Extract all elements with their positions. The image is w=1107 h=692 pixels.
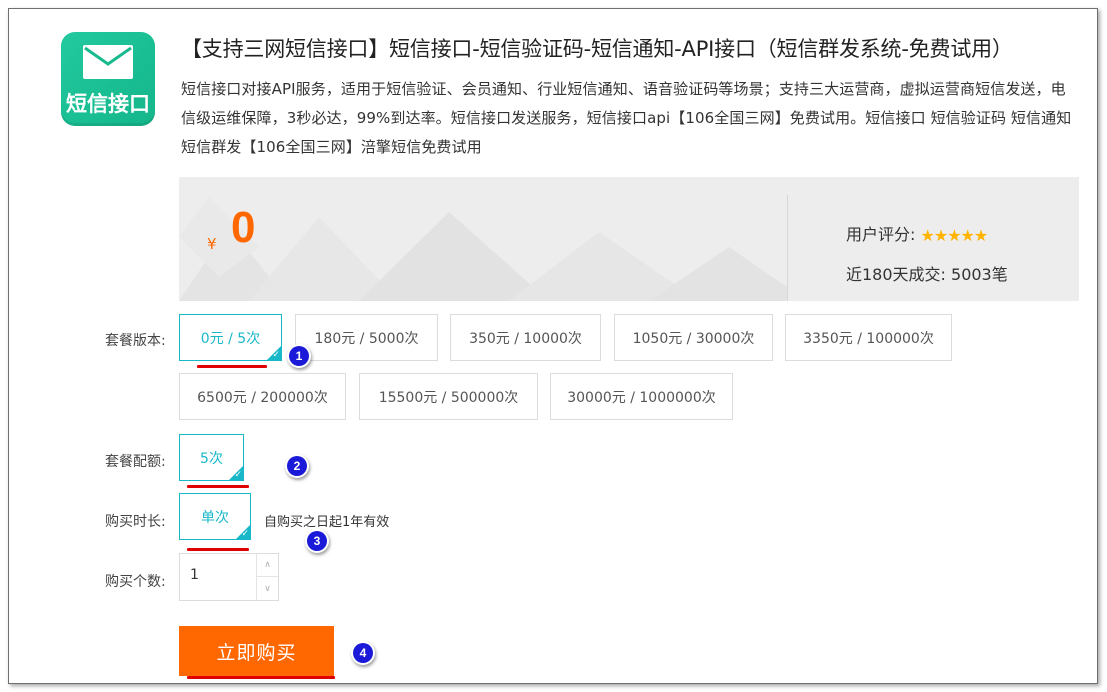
package-quota-label: 套餐配额: xyxy=(105,454,166,470)
version-option-6[interactable]: 15500元 / 500000次 xyxy=(359,373,538,420)
version-option-0[interactable]: 0元 / 5次 ✓ xyxy=(179,314,282,361)
highlight-underline xyxy=(197,365,267,368)
check-icon: ✓ xyxy=(241,529,249,539)
option-label: 6500元 / 200000次 xyxy=(197,389,328,406)
user-rating: 用户评分: ★★★★★ xyxy=(846,221,989,245)
highlight-underline xyxy=(187,485,249,488)
duration-option-0[interactable]: 单次 ✓ xyxy=(179,493,251,540)
product-description: 短信接口对接API服务，适用于短信验证、会员通知、行业短信通知、语音验证码等场景… xyxy=(181,80,1072,156)
option-label: 180元 / 5000次 xyxy=(314,330,419,347)
logo-text: 短信接口 xyxy=(66,92,150,116)
annotation-badge-1: 1 xyxy=(289,346,309,366)
annotation-badge-2: 2 xyxy=(287,456,307,476)
option-label: 0元 / 5次 xyxy=(200,330,261,347)
version-option-7[interactable]: 30000元 / 1000000次 xyxy=(550,373,733,420)
annotation-badge-4: 4 xyxy=(353,643,373,663)
option-label: 5次 xyxy=(200,450,223,467)
version-option-5[interactable]: 6500元 / 200000次 xyxy=(179,373,346,420)
product-title: 【支持三网短信接口】短信接口-短信验证码-短信通知-API接口（短信群发系统-免… xyxy=(181,37,1013,61)
version-option-2[interactable]: 350元 / 10000次 xyxy=(450,314,601,361)
option-label: 1050元 / 30000次 xyxy=(632,330,755,347)
product-detail-panel: 短信接口 【支持三网短信接口】短信接口-短信验证码-短信通知-API接口（短信群… xyxy=(8,8,1098,684)
version-option-4[interactable]: 3350元 / 100000次 xyxy=(785,314,952,361)
option-label: 单次 xyxy=(201,509,229,526)
version-option-3[interactable]: 1050元 / 30000次 xyxy=(614,314,773,361)
duration-note: 自购买之日起1年有效 xyxy=(264,515,390,530)
currency-symbol: ¥ xyxy=(207,235,217,253)
envelope-icon xyxy=(83,45,133,79)
stepper-controls: ∧ ∨ xyxy=(256,554,278,600)
quantity-value[interactable]: 1 xyxy=(190,567,199,583)
background-pattern xyxy=(179,197,787,301)
option-label: 3350元 / 100000次 xyxy=(803,330,934,347)
quantity-label: 购买个数: xyxy=(105,574,166,590)
highlight-underline xyxy=(187,548,249,551)
product-logo: 短信接口 xyxy=(61,32,155,126)
option-label: 15500元 / 500000次 xyxy=(378,389,519,406)
option-label: 30000元 / 1000000次 xyxy=(567,389,716,406)
decrement-icon[interactable]: ∨ xyxy=(257,577,278,600)
rating-stars-icon: ★★★★★ xyxy=(920,226,989,245)
quantity-stepper[interactable]: 1 ∧ ∨ xyxy=(179,553,279,601)
package-version-label: 套餐版本: xyxy=(105,333,166,349)
version-option-1[interactable]: 180元 / 5000次 xyxy=(295,314,438,361)
price-amount: 0 xyxy=(231,203,256,252)
check-icon: ✓ xyxy=(234,470,242,480)
buy-now-button[interactable]: 立即购买 xyxy=(179,626,334,676)
check-icon: ✓ xyxy=(272,350,280,360)
increment-icon[interactable]: ∧ xyxy=(257,554,278,577)
option-label: 350元 / 10000次 xyxy=(469,330,582,347)
quota-option-0[interactable]: 5次 ✓ xyxy=(179,434,244,481)
rating-label: 用户评分: xyxy=(846,225,916,244)
duration-label: 购买时长: xyxy=(105,514,166,530)
price-panel: ¥ 0 用户评分: ★★★★★ 近180天成交: 5003笔 xyxy=(179,177,1079,301)
sales-count: 近180天成交: 5003笔 xyxy=(846,265,1008,284)
highlight-underline xyxy=(187,676,335,679)
annotation-badge-3: 3 xyxy=(307,531,327,551)
divider xyxy=(787,195,788,301)
